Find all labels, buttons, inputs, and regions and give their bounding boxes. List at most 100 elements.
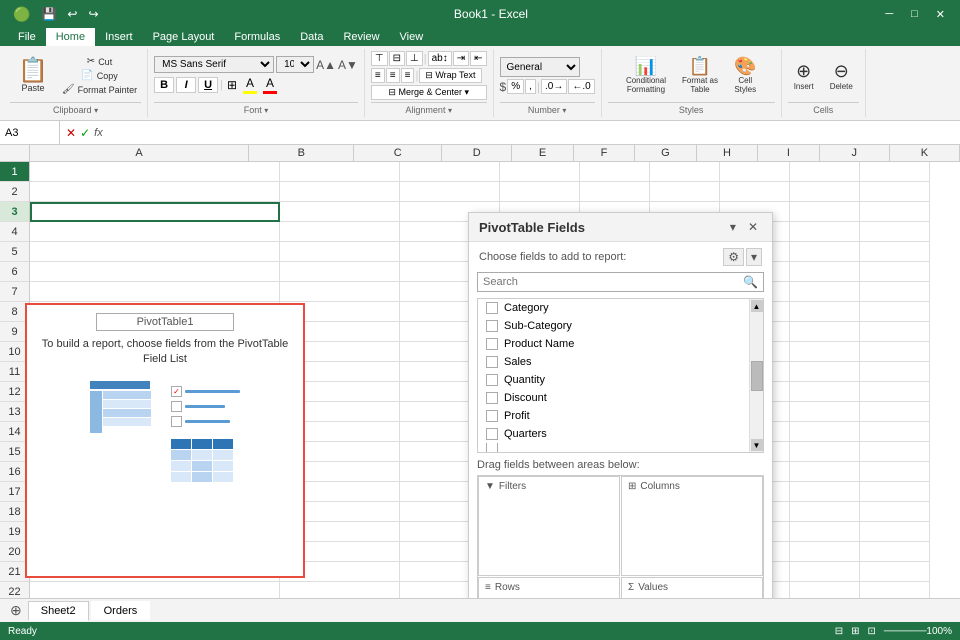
font-color-button[interactable]: A	[261, 75, 279, 95]
add-sheet-btn[interactable]: ⊕	[4, 600, 28, 621]
cell-col8-row8[interactable]	[790, 302, 860, 322]
field-checkbox-quarters[interactable]	[486, 428, 498, 440]
tab-file[interactable]: File	[8, 28, 46, 46]
align-bottom-btn[interactable]: ⊥	[406, 51, 423, 66]
zoom-slider[interactable]: ──────	[884, 626, 927, 637]
sheet-tab-orders[interactable]: Orders	[91, 601, 151, 620]
field-checkbox-extra[interactable]	[486, 443, 498, 452]
field-item-discount[interactable]: Discount	[478, 389, 749, 407]
delete-btn[interactable]: ⊖ Delete	[824, 57, 859, 95]
format-painter-button[interactable]: 🖌 Format Painter	[58, 83, 141, 96]
col-header-k[interactable]: K	[890, 145, 960, 161]
panel-gear-btn[interactable]: ⚙	[723, 248, 744, 266]
cell-col8-row17[interactable]	[790, 482, 860, 502]
confirm-formula-btn[interactable]: ✓	[80, 126, 90, 140]
scroll-down-btn[interactable]: ▼	[751, 439, 763, 451]
col-header-f[interactable]: F	[574, 145, 635, 161]
cell-col9-row12[interactable]	[860, 382, 930, 402]
cell-i3[interactable]	[860, 202, 930, 222]
decrease-decimal-btn[interactable]: ←.0	[568, 79, 594, 94]
cell-col9-row10[interactable]	[860, 342, 930, 362]
cell-col2-row7[interactable]	[280, 282, 400, 302]
cell-col2-row5[interactable]	[280, 242, 400, 262]
cell-col8-row21[interactable]	[790, 562, 860, 582]
align-left-btn[interactable]: ≡	[371, 68, 385, 83]
cell-f2[interactable]	[650, 182, 720, 202]
cell-col8-row9[interactable]	[790, 322, 860, 342]
underline-button[interactable]: U	[198, 77, 218, 93]
cell-col1-row22[interactable]	[30, 582, 280, 598]
cell-col9-row22[interactable]	[860, 582, 930, 598]
cell-g1[interactable]	[720, 162, 790, 182]
increase-decimal-btn[interactable]: .0→	[541, 79, 567, 94]
font-shrink-btn[interactable]: A▼	[338, 58, 358, 72]
col-header-d[interactable]: D	[442, 145, 512, 161]
cell-col8-row16[interactable]	[790, 462, 860, 482]
cell-col8-row20[interactable]	[790, 542, 860, 562]
cell-b2[interactable]	[280, 182, 400, 202]
cell-col2-row4[interactable]	[280, 222, 400, 242]
save-quick-btn[interactable]: 💾	[38, 7, 59, 21]
row-num-3[interactable]: 3	[0, 202, 29, 222]
field-item-extra[interactable]	[478, 443, 749, 452]
cell-col9-row21[interactable]	[860, 562, 930, 582]
cell-h3[interactable]	[790, 202, 860, 222]
merge-center-button[interactable]: ⊟ Merge & Center ▾	[371, 85, 487, 100]
field-item-subcategory[interactable]: Sub-Category	[478, 317, 749, 335]
drag-area-filters[interactable]: ▼ Filters	[478, 476, 620, 576]
tab-view[interactable]: View	[390, 28, 434, 46]
cell-col9-row17[interactable]	[860, 482, 930, 502]
row-num-7[interactable]: 7	[0, 282, 29, 302]
cell-col8-row4[interactable]	[790, 222, 860, 242]
font-size-select[interactable]: 10	[276, 56, 314, 73]
font-name-select[interactable]: MS Sans Serif	[154, 56, 274, 73]
search-input[interactable]	[478, 273, 738, 291]
cell-col8-row22[interactable]	[790, 582, 860, 598]
field-item-product-name[interactable]: Product Name	[478, 335, 749, 353]
tab-page-layout[interactable]: Page Layout	[143, 28, 225, 46]
font-grow-btn[interactable]: A▲	[316, 58, 336, 72]
cell-b1[interactable]	[280, 162, 400, 182]
cell-e1[interactable]	[580, 162, 650, 182]
copy-button[interactable]: 📄 Copy	[58, 69, 141, 82]
cell-f1[interactable]	[650, 162, 720, 182]
col-header-g[interactable]: G	[635, 145, 696, 161]
cell-col8-row12[interactable]	[790, 382, 860, 402]
field-item-quantity[interactable]: Quantity	[478, 371, 749, 389]
cell-col9-row16[interactable]	[860, 462, 930, 482]
insert-function-btn[interactable]: fx	[94, 127, 103, 139]
cell-h1[interactable]	[790, 162, 860, 182]
italic-button[interactable]: I	[176, 77, 196, 93]
redo-quick-btn[interactable]: ↪	[85, 7, 101, 21]
cell-col9-row20[interactable]	[860, 542, 930, 562]
col-header-c[interactable]: C	[354, 145, 442, 161]
tab-review[interactable]: Review	[333, 28, 389, 46]
cell-c1[interactable]	[400, 162, 500, 182]
cell-col8-row18[interactable]	[790, 502, 860, 522]
cell-col8-row19[interactable]	[790, 522, 860, 542]
col-header-e[interactable]: E	[512, 145, 573, 161]
drag-area-columns[interactable]: ⊞ Columns	[621, 476, 763, 576]
wrap-text-button[interactable]: ⊟ Wrap Text	[419, 68, 481, 83]
tab-insert[interactable]: Insert	[95, 28, 143, 46]
field-checkbox-category[interactable]	[486, 302, 498, 314]
cell-col9-row9[interactable]	[860, 322, 930, 342]
align-middle-btn[interactable]: ⊟	[389, 51, 405, 66]
cell-col9-row6[interactable]	[860, 262, 930, 282]
number-format-select[interactable]: General	[500, 57, 580, 77]
col-header-j[interactable]: J	[820, 145, 890, 161]
cell-col9-row15[interactable]	[860, 442, 930, 462]
cell-col2-row22[interactable]	[280, 582, 400, 598]
row-num-1[interactable]: 1	[0, 162, 29, 182]
field-item-category[interactable]: Category	[478, 299, 749, 317]
cell-col1-row5[interactable]	[30, 242, 280, 262]
view-normal-btn[interactable]: ⊟	[835, 626, 843, 637]
cell-e2[interactable]	[580, 182, 650, 202]
minimize-btn[interactable]: ─	[880, 8, 898, 21]
cell-col1-row4[interactable]	[30, 222, 280, 242]
row-num-22[interactable]: 22	[0, 582, 29, 598]
align-right-btn[interactable]: ≡	[401, 68, 415, 83]
panel-close-btn[interactable]: ✕	[744, 219, 762, 235]
cell-d1[interactable]	[500, 162, 580, 182]
cell-col9-row13[interactable]	[860, 402, 930, 422]
